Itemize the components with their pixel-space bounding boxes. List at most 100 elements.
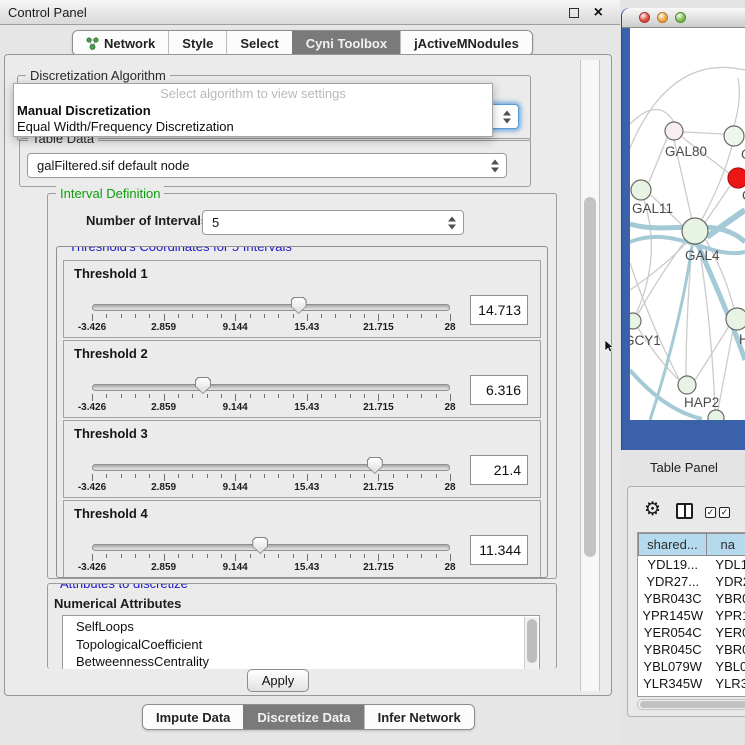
checkbox-icon[interactable]: ✓	[705, 507, 716, 518]
threshold-slider-track[interactable]	[92, 304, 450, 311]
zoom-light[interactable]	[675, 12, 686, 23]
minimize-light[interactable]	[657, 12, 668, 23]
threshold-value-field[interactable]: 6.316	[470, 375, 528, 405]
threshold-slider-thumb[interactable]	[367, 457, 383, 474]
gear-icon[interactable]: ⚙	[644, 499, 661, 521]
table-row[interactable]: YPR145WYPR1	[638, 607, 745, 624]
cell-shared-name[interactable]: YPR145W	[638, 607, 707, 624]
checkbox-icon[interactable]: ✓	[719, 507, 730, 518]
panel-vertical-scrollbar[interactable]	[580, 60, 600, 691]
cell-shared-name[interactable]: YLR345W	[638, 675, 707, 692]
table-horizontal-scrollbar-thumb[interactable]	[640, 701, 745, 708]
algorithm-option-equal-width-frequency[interactable]: Equal Width/Frequency Discretization	[17, 119, 234, 134]
node-attribute-table[interactable]: shared... na YDL19...YDL1YDR27...YDR2YBR…	[637, 532, 745, 697]
network-edge[interactable]	[630, 109, 674, 124]
network-edge[interactable]	[695, 326, 729, 380]
network-node-bottom-node[interactable]	[708, 410, 724, 420]
number-of-intervals-select[interactable]: 5	[202, 210, 464, 235]
threshold-value-field[interactable]: 11.344	[470, 535, 528, 565]
column-header-name[interactable]: na	[707, 533, 745, 556]
threshold-slider-thumb[interactable]	[195, 377, 211, 394]
tab-cyni-toolbox[interactable]: Cyni Toolbox	[292, 31, 400, 55]
cell-name[interactable]: YDR2	[707, 573, 745, 590]
table-row[interactable]: YDL19...YDL1	[638, 556, 745, 573]
threshold-value-field[interactable]: 21.4	[470, 455, 528, 485]
threshold-slider-track[interactable]	[92, 384, 450, 391]
tick-mark	[149, 554, 150, 558]
attributes-scrollbar-thumb[interactable]	[527, 619, 537, 663]
network-node-GAL11[interactable]	[631, 180, 651, 200]
list-item[interactable]: TopologicalCoefficient	[63, 636, 539, 654]
tick-mark	[250, 474, 251, 478]
tick-mark	[293, 554, 294, 558]
cell-shared-name[interactable]: YBR043C	[638, 590, 707, 607]
algorithm-option-manual-discretization[interactable]: Manual Discretization	[17, 103, 151, 118]
panel-vertical-scrollbar-thumb[interactable]	[584, 197, 596, 557]
tab-jactivemnodules[interactable]: jActiveMNodules	[400, 31, 532, 55]
table-row[interactable]: YBL079WYBL0	[638, 658, 745, 675]
network-node-HAP2[interactable]	[678, 376, 696, 394]
table-row[interactable]: YDR27...YDR2	[638, 573, 745, 590]
cell-name[interactable]: YBR0	[707, 590, 745, 607]
attributes-scrollbar[interactable]	[524, 617, 538, 669]
cell-name[interactable]: YBL0	[707, 658, 745, 675]
cell-name[interactable]: YBR0	[707, 641, 745, 658]
network-canvas[interactable]: GAL80GACGAL11GAL4GCY1HHAP2	[630, 28, 745, 420]
numerical-attributes-list[interactable]: SelfLoopsTopologicalCoefficientBetweenne…	[62, 615, 540, 669]
network-edge[interactable]	[683, 132, 724, 134]
tick-mark	[235, 474, 236, 481]
tab-network[interactable]: Network	[73, 31, 168, 55]
cell-shared-name[interactable]: YBR045C	[638, 641, 707, 658]
network-node-GAL-top-right[interactable]	[724, 126, 744, 146]
threshold-slider-track[interactable]	[92, 464, 450, 471]
table-row[interactable]: YIL052CYIL0	[638, 692, 745, 697]
table-row[interactable]: YBR045CYBR0	[638, 641, 745, 658]
close-light[interactable]	[639, 12, 650, 23]
table-row[interactable]: YER054CYER0	[638, 624, 745, 641]
cell-shared-name[interactable]: YIL052C	[638, 692, 707, 697]
threshold-slider-track[interactable]	[92, 544, 450, 551]
threshold-block-3: Threshold 3-3.4262.8599.14415.4321.71528…	[63, 420, 541, 498]
column-layout-icon[interactable]	[676, 503, 693, 519]
tab-select[interactable]: Select	[226, 31, 291, 55]
cell-shared-name[interactable]: YDR27...	[638, 573, 707, 590]
table-row[interactable]: YLR345WYLR3	[638, 675, 745, 692]
network-node-GCY1[interactable]	[630, 313, 641, 329]
table-row[interactable]: YBR043CYBR0	[638, 590, 745, 607]
network-node-GAL4[interactable]	[682, 218, 708, 244]
cell-name[interactable]: YLR3	[707, 675, 745, 692]
network-edge[interactable]	[704, 186, 730, 224]
network-edge[interactable]	[636, 200, 651, 314]
cell-shared-name[interactable]: YDL19...	[638, 556, 707, 573]
cell-shared-name[interactable]: YER054C	[638, 624, 707, 641]
close-icon[interactable]: ×	[594, 1, 603, 25]
network-edge[interactable]	[718, 330, 733, 410]
bottom-tab-infer-network[interactable]: Infer Network	[364, 705, 474, 729]
tab-style[interactable]: Style	[168, 31, 226, 55]
threshold-slider-thumb[interactable]	[291, 297, 307, 314]
network-edge[interactable]	[734, 78, 739, 126]
network-node-GAL80[interactable]	[665, 122, 683, 140]
cell-shared-name[interactable]: YBL079W	[638, 658, 707, 675]
cell-name[interactable]: YDL1	[707, 556, 745, 573]
slider-tick-labels: -3.4262.8599.14415.4321.71528	[92, 482, 450, 494]
list-item[interactable]: SelfLoops	[63, 618, 539, 636]
bottom-tab-impute-data[interactable]: Impute Data	[143, 705, 243, 729]
column-header-shared-name[interactable]: shared...	[638, 533, 707, 556]
float-window-icon[interactable]	[569, 8, 579, 18]
network-view-window: GAL80GACGAL11GAL4GCY1HHAP2	[622, 8, 745, 450]
cell-name[interactable]: YER0	[707, 624, 745, 641]
network-node-H-node[interactable]	[726, 308, 745, 330]
bottom-tab-discretize-data[interactable]: Discretize Data	[243, 705, 363, 729]
network-edge[interactable]	[630, 243, 686, 290]
list-item[interactable]: BetweennessCentrality	[63, 653, 539, 669]
table-rows: YDL19...YDL1YDR27...YDR2YBR043CYBR0YPR14…	[638, 556, 745, 697]
apply-button[interactable]: Apply	[247, 669, 309, 692]
threshold-value-field[interactable]: 14.713	[470, 295, 528, 325]
table-data-select[interactable]: galFiltered.sif default node	[27, 153, 507, 178]
cell-name[interactable]: YPR1	[707, 607, 745, 624]
cell-name[interactable]: YIL0	[707, 692, 745, 697]
threshold-slider-thumb[interactable]	[252, 537, 268, 554]
network-node-red-node[interactable]	[728, 168, 745, 188]
table-horizontal-scrollbar[interactable]	[637, 699, 745, 710]
